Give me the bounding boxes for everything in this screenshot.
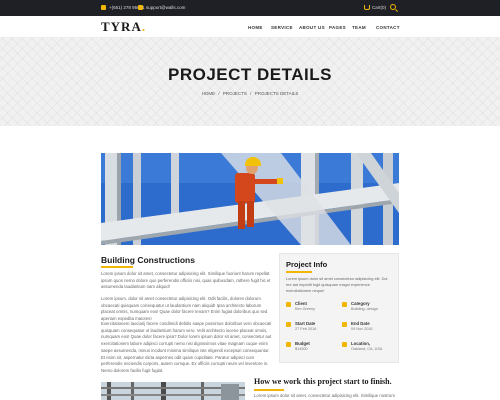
breadcrumb: HOME / PROJECTS / PROJECTS DETAILS [0, 91, 500, 96]
info-title: Project Info [286, 260, 328, 269]
user-icon [286, 302, 291, 307]
info-label: Client [295, 301, 307, 306]
logo-dot: . [141, 19, 147, 34]
nav-contact[interactable]: CONTACT [376, 25, 400, 30]
nav-pages[interactable]: PAGES [329, 25, 346, 30]
process-image [101, 382, 245, 400]
info-title-underline [286, 271, 312, 273]
info-label: Start Date [295, 321, 316, 326]
info-intro: Lorem ipsum dolor sit amet consectetur a… [286, 276, 388, 293]
phone-icon [101, 5, 106, 11]
cart-link[interactable]: Cart(0) [372, 4, 386, 12]
info-value: Building, design [351, 307, 378, 311]
section-title: Building Constructions [101, 255, 195, 265]
breadcrumb-home[interactable]: HOME [202, 91, 216, 96]
email-text: support@walls.com [146, 5, 186, 10]
info-label: Location, [351, 341, 371, 346]
calendar-icon [342, 322, 347, 327]
email-icon [138, 5, 143, 11]
nav-home[interactable]: HOME [248, 25, 263, 30]
info-label: Budget [295, 341, 310, 346]
search-icon[interactable] [390, 4, 396, 10]
nav-service[interactable]: SERVICE [271, 25, 293, 30]
map-pin-icon [342, 342, 347, 347]
page-header: PROJECT DETAILS HOME / PROJECTS / PROJEC… [0, 38, 500, 126]
project-hero-image [101, 153, 399, 245]
money-icon [286, 342, 291, 347]
how-we-work-title: How we work this project start to finish… [254, 377, 392, 386]
paragraph-1: Lorem ipsum dolor sit amet, consectetur … [101, 271, 271, 290]
breadcrumb-current: PROJECTS DETAILS [254, 91, 299, 96]
nav-team[interactable]: TEAM [352, 25, 366, 30]
info-value: Oakland, CA, USA [351, 347, 383, 351]
info-value: 09 Nov 2016 [351, 327, 373, 331]
breadcrumb-projects[interactable]: PROJECTS [223, 91, 247, 96]
cart-icon[interactable] [364, 5, 370, 10]
logo-text: TYRA [101, 19, 142, 34]
nav-about[interactable]: ABOUT US [299, 25, 325, 30]
breadcrumb-separator: / [250, 91, 252, 96]
project-info-box: Project Info Lorem ipsum dolor sit amet … [279, 253, 399, 363]
info-label: End Date [351, 321, 370, 326]
logo[interactable]: TYRA. [101, 19, 146, 35]
breadcrumb-separator: / [218, 91, 220, 96]
info-value: $14500 [295, 347, 308, 351]
how-we-work-text: Lorem ipsum dolor sit amet, consectetur … [254, 393, 395, 398]
how-title-underline [254, 389, 284, 391]
email-contact[interactable]: support@walls.com [138, 4, 185, 12]
info-label: Category [351, 301, 370, 306]
calendar-icon [286, 322, 291, 327]
title-underline [101, 266, 133, 268]
main-navbar: TYRA. HOME SERVICE ABOUT US PAGES TEAM C… [0, 16, 500, 38]
folder-icon [342, 302, 347, 307]
info-value: 27 Feb 2016 [295, 327, 317, 331]
paragraph-2: Lorem ipsum, dolor sit amet consectetur … [101, 296, 268, 322]
page-title: PROJECT DETAILS [168, 65, 332, 84]
top-bar: +(651) 278 95681 support@walls.com Cart(… [0, 0, 500, 16]
paragraph-3: Exercitationem laociarij facere condimid… [101, 321, 272, 373]
info-value: Kim Greeny [295, 307, 316, 311]
